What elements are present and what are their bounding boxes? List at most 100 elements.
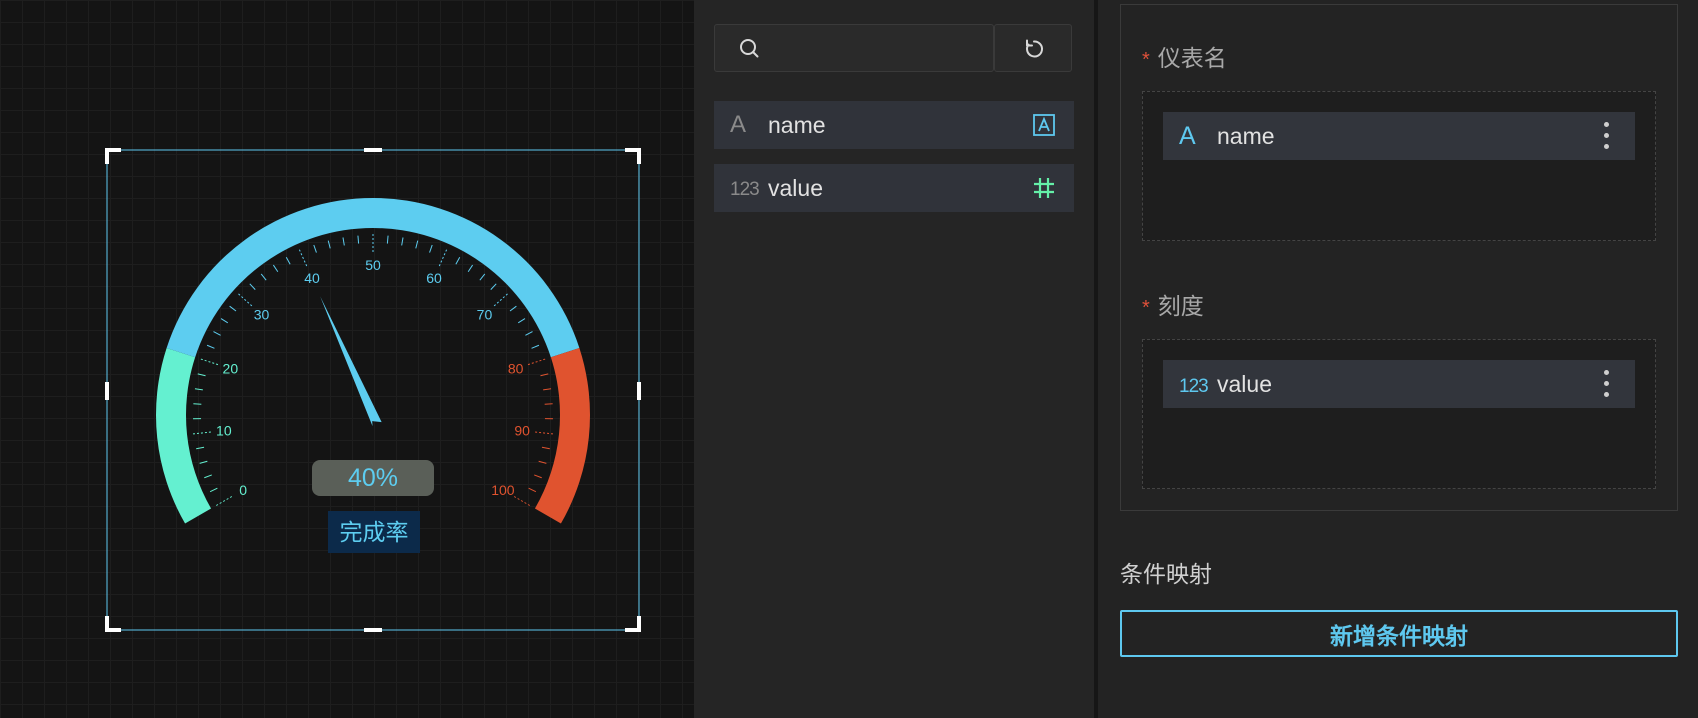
corner-handle-tl[interactable] xyxy=(105,148,121,164)
gauge-minor-tick xyxy=(272,264,279,273)
gauge-minor-tick xyxy=(415,240,419,249)
gauge-minor-tick xyxy=(490,283,497,290)
gauge-band-mid xyxy=(166,198,580,358)
corner-handle-bl[interactable] xyxy=(105,616,121,632)
gauge-minor-tick xyxy=(213,331,221,336)
gauge-chart[interactable]: 0 10 20 30 40 50 60 70 80 90 100 40% 完成率 xyxy=(0,0,694,718)
condition-mapping-title: 条件映射 xyxy=(1120,561,1212,587)
gauge-tick-label: 20 xyxy=(223,361,239,377)
gauge-minor-tick xyxy=(327,240,331,249)
gauge-major-tick xyxy=(527,358,546,366)
gauge-minor-tick xyxy=(220,318,229,324)
more-options-icon[interactable] xyxy=(1603,122,1609,150)
edge-handle-bottom[interactable] xyxy=(364,628,382,632)
gauge-minor-tick xyxy=(196,446,205,450)
number-type-icon xyxy=(1034,178,1054,198)
gauge-minor-tick xyxy=(342,237,345,246)
gauge-minor-tick xyxy=(249,283,256,290)
gauge-name-label: 完成率 xyxy=(340,520,409,546)
required-mark: * xyxy=(1142,297,1150,319)
scale-drop-zone[interactable]: 123 value xyxy=(1142,339,1656,489)
number-field-icon: 123 xyxy=(1179,376,1209,397)
gauge-major-tick xyxy=(200,358,219,366)
gauge-tick-label: 70 xyxy=(477,307,493,323)
more-options-icon[interactable] xyxy=(1603,370,1609,398)
gauge-band-high xyxy=(534,347,590,524)
field-name-label: name xyxy=(768,112,826,138)
gauge-minor-tick xyxy=(229,305,237,312)
gauge-minor-tick xyxy=(197,373,206,377)
gauge-major-tick xyxy=(298,249,308,267)
gauge-minor-tick xyxy=(386,235,389,244)
gauge-tick-label: 0 xyxy=(239,482,247,498)
gauge-minor-tick xyxy=(534,474,542,479)
field-item-name[interactable]: A name xyxy=(714,101,1074,149)
field-search-box[interactable] xyxy=(714,24,994,72)
gauge-minor-tick xyxy=(479,273,486,281)
edge-handle-left[interactable] xyxy=(105,382,109,400)
gauge-major-tick xyxy=(215,496,233,506)
field-panel: A name 123 value xyxy=(694,0,1094,718)
gauge-band-low xyxy=(155,347,212,524)
config-panel: * 仪表名 A name * 刻度 123 value 条件映射 新增条件映射 xyxy=(1098,0,1698,718)
text-field-icon: A xyxy=(1179,122,1196,150)
canvas-area[interactable]: 0 10 20 30 40 50 60 70 80 90 100 40% 完成率 xyxy=(0,0,694,718)
gauge-major-tick xyxy=(513,496,531,506)
gauge-minor-tick xyxy=(260,273,267,281)
text-field-icon: A xyxy=(730,111,747,138)
edge-handle-top[interactable] xyxy=(364,148,382,152)
required-mark: * xyxy=(1142,49,1150,71)
refresh-button[interactable] xyxy=(994,24,1072,72)
gauge-minor-tick xyxy=(543,388,552,391)
gauge-major-tick xyxy=(535,431,554,435)
gauge-value-label: 40% xyxy=(348,464,398,492)
gauge-tick-label: 60 xyxy=(426,270,442,286)
gauge-major-tick xyxy=(493,293,508,307)
gauge-minor-tick xyxy=(194,388,203,391)
corner-handle-tr[interactable] xyxy=(625,148,641,164)
gauge-name-drop-zone[interactable]: A name xyxy=(1142,91,1656,241)
bound-field-chip-name[interactable]: A name xyxy=(1163,112,1635,160)
gauge-major-tick xyxy=(192,431,211,435)
gauge-minor-tick xyxy=(429,244,433,253)
gauge-tick-label: 10 xyxy=(216,423,232,439)
gauge-minor-tick xyxy=(544,403,553,405)
bound-field-chip-value[interactable]: 123 value xyxy=(1163,360,1635,408)
gauge-minor-tick xyxy=(525,331,533,336)
field-name-label: value xyxy=(768,175,823,201)
gauge-tick-label: 80 xyxy=(508,361,524,377)
section-label-text: 仪表名 xyxy=(1157,45,1227,71)
gauge-tick-label: 30 xyxy=(254,307,270,323)
field-search-input[interactable] xyxy=(775,33,975,63)
gauge-minor-tick xyxy=(540,373,549,377)
gauge-minor-tick xyxy=(357,235,360,244)
gauge-needle xyxy=(320,296,382,427)
gauge-major-tick xyxy=(438,249,448,267)
refresh-icon xyxy=(1026,39,1043,58)
field-item-value[interactable]: 123 value xyxy=(714,164,1074,212)
gauge-minor-tick xyxy=(401,237,404,246)
gauge-minor-tick xyxy=(455,257,461,265)
add-condition-mapping-button[interactable]: 新增条件映射 xyxy=(1120,610,1678,657)
gauge-minor-tick xyxy=(541,446,550,450)
section-label-text: 刻度 xyxy=(1157,293,1204,319)
gauge-minor-tick xyxy=(467,264,474,273)
gauge-minor-tick xyxy=(204,474,212,479)
gauge-minor-tick xyxy=(206,344,215,349)
gauge-tick-label: 100 xyxy=(491,482,515,498)
gauge-tick-label: 50 xyxy=(365,257,381,273)
gauge-tick-label: 40 xyxy=(304,270,320,286)
gauge-minor-tick xyxy=(199,460,208,464)
corner-handle-br[interactable] xyxy=(625,616,641,632)
gauge-minor-tick xyxy=(285,257,291,265)
gauge-minor-tick xyxy=(528,487,537,493)
chip-name-label: name xyxy=(1217,123,1275,149)
gauge-minor-tick xyxy=(313,244,317,253)
gauge-minor-tick xyxy=(517,318,526,324)
gauge-minor-tick xyxy=(209,487,218,493)
gauge-minor-tick xyxy=(538,460,547,464)
gauge-name-section-label: * 仪表名 xyxy=(1142,44,1227,74)
gauge-minor-tick xyxy=(509,305,517,312)
gauge-minor-tick xyxy=(531,344,540,349)
edge-handle-right[interactable] xyxy=(637,382,641,400)
